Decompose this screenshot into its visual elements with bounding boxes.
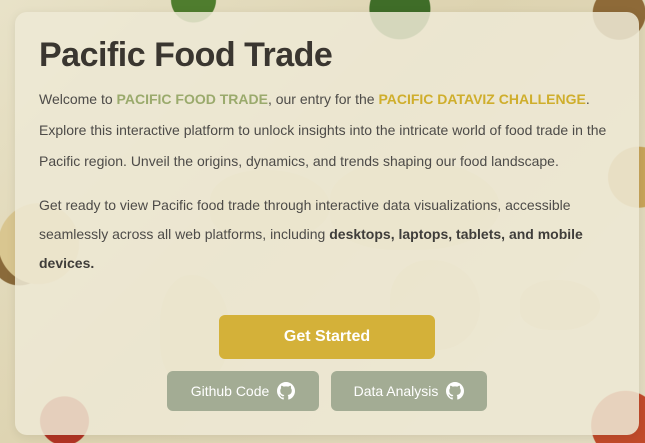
challenge-highlight: PACIFIC DATAVIZ CHALLENGE	[378, 91, 586, 107]
github-code-button[interactable]: Github Code	[167, 371, 319, 411]
github-icon	[446, 382, 465, 400]
get-started-button[interactable]: Get Started	[219, 315, 435, 359]
intro-paragraph: Welcome to PACIFIC FOOD TRADE, our entry…	[39, 84, 614, 177]
data-analysis-label: Data Analysis	[353, 383, 439, 399]
get-started-label: Get Started	[283, 328, 371, 345]
intro-text: , our entry for the	[267, 91, 379, 107]
intro-text: Welcome to	[39, 91, 117, 107]
page-title: Pacific Food Trade	[39, 36, 333, 74]
devices-paragraph: Get ready to view Pacific food trade thr…	[39, 191, 614, 278]
github-code-label: Github Code	[190, 383, 270, 399]
brand-highlight: PACIFIC FOOD TRADE	[116, 91, 268, 107]
github-icon	[277, 382, 296, 400]
data-analysis-button[interactable]: Data Analysis	[331, 371, 487, 411]
